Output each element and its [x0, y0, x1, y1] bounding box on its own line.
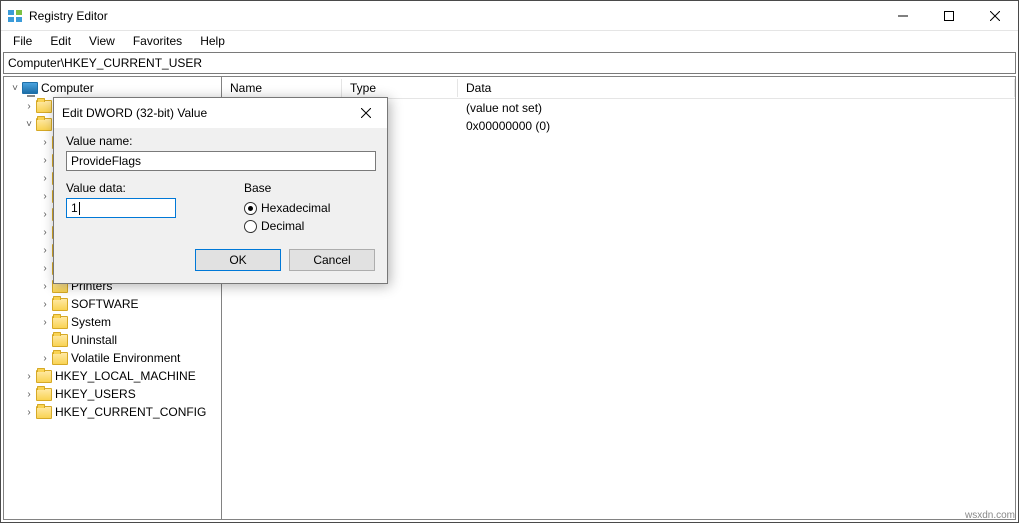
value-data-field[interactable]: 1: [66, 198, 176, 218]
tree-item-software[interactable]: › SOFTWARE: [8, 295, 221, 313]
chevron-down-icon[interactable]: ˅: [22, 119, 36, 130]
cell-data: (value not set): [466, 101, 1009, 115]
folder-icon: [52, 316, 68, 329]
close-icon: [361, 108, 371, 118]
tree-item-volatile[interactable]: › Volatile Environment: [8, 349, 221, 367]
chevron-right-icon[interactable]: ›: [38, 353, 52, 364]
chevron-right-icon[interactable]: ›: [22, 389, 36, 400]
folder-icon: [36, 118, 52, 131]
tree-root[interactable]: ˅ Computer: [8, 79, 221, 97]
text-cursor: [79, 202, 80, 215]
tree-label-computer: Computer: [41, 81, 94, 95]
cancel-button[interactable]: Cancel: [289, 249, 375, 271]
regedit-icon: [7, 8, 23, 24]
minimize-button[interactable]: [880, 1, 926, 30]
ok-button[interactable]: OK: [195, 249, 281, 271]
watermark: wsxdn.com: [965, 510, 1015, 521]
chevron-right-icon[interactable]: ›: [38, 281, 52, 292]
tree-item-uninstall[interactable]: › Uninstall: [8, 331, 221, 349]
folder-icon: [36, 370, 52, 383]
dialog-close-button[interactable]: [345, 98, 387, 128]
column-header-data[interactable]: Data: [458, 79, 1015, 97]
value-data-label: Value data:: [66, 181, 218, 195]
titlebar[interactable]: Registry Editor: [1, 1, 1018, 31]
menu-favorites[interactable]: Favorites: [125, 32, 190, 50]
tree-label: SOFTWARE: [71, 297, 139, 311]
column-header-name[interactable]: Name: [222, 79, 342, 97]
radio-label: Decimal: [261, 219, 304, 233]
menu-help[interactable]: Help: [192, 32, 233, 50]
chevron-right-icon[interactable]: ›: [38, 317, 52, 328]
tree-label: System: [71, 315, 111, 329]
tree-label: Volatile Environment: [71, 351, 180, 365]
folder-icon: [52, 352, 68, 365]
radio-icon: [244, 220, 257, 233]
menu-file[interactable]: File: [5, 32, 40, 50]
radio-label: Hexadecimal: [261, 201, 330, 215]
column-header-type[interactable]: Type: [342, 79, 458, 97]
tree-label: Uninstall: [71, 333, 117, 347]
maximize-button[interactable]: [926, 1, 972, 30]
value-data-text: 1: [71, 201, 78, 215]
base-group-label: Base: [244, 181, 330, 195]
list-header: Name Type Data: [222, 77, 1015, 99]
radio-icon: [244, 202, 257, 215]
computer-icon: [22, 82, 38, 94]
folder-icon: [36, 406, 52, 419]
value-name-label: Value name:: [66, 134, 375, 148]
folder-icon: [52, 334, 68, 347]
menubar: File Edit View Favorites Help: [1, 31, 1018, 51]
folder-icon: [52, 298, 68, 311]
tree-label: HKEY_CURRENT_CONFIG: [55, 405, 206, 419]
address-bar[interactable]: Computer\HKEY_CURRENT_USER: [3, 52, 1016, 74]
radio-decimal[interactable]: Decimal: [244, 217, 330, 235]
menu-edit[interactable]: Edit: [42, 32, 79, 50]
chevron-down-icon[interactable]: ˅: [8, 83, 22, 94]
chevron-right-icon[interactable]: ›: [22, 101, 36, 112]
tree-item-hku[interactable]: › HKEY_USERS: [8, 385, 221, 403]
dialog-titlebar[interactable]: Edit DWORD (32-bit) Value: [54, 98, 387, 128]
tree-item-hkcc[interactable]: › HKEY_CURRENT_CONFIG: [8, 403, 221, 421]
tree-label: HKEY_USERS: [55, 387, 136, 401]
edit-dword-dialog: Edit DWORD (32-bit) Value Value name: Pr…: [53, 97, 388, 284]
tree-item-hklm[interactable]: › HKEY_LOCAL_MACHINE: [8, 367, 221, 385]
dialog-title: Edit DWORD (32-bit) Value: [62, 106, 345, 120]
tree-item-system[interactable]: › System: [8, 313, 221, 331]
tree-label: HKEY_LOCAL_MACHINE: [55, 369, 196, 383]
cell-data: 0x00000000 (0): [466, 119, 1009, 133]
close-button[interactable]: [972, 1, 1018, 30]
address-text: Computer\HKEY_CURRENT_USER: [8, 56, 202, 70]
value-name-field[interactable]: ProvideFlags: [66, 151, 376, 171]
window-title: Registry Editor: [29, 9, 880, 23]
chevron-right-icon[interactable]: ›: [22, 371, 36, 382]
chevron-right-icon[interactable]: ›: [38, 299, 52, 310]
radio-hexadecimal[interactable]: Hexadecimal: [244, 199, 330, 217]
menu-view[interactable]: View: [81, 32, 123, 50]
folder-icon: [36, 388, 52, 401]
chevron-right-icon[interactable]: ›: [22, 407, 36, 418]
value-name-text: ProvideFlags: [71, 154, 141, 168]
folder-icon: [36, 100, 52, 113]
